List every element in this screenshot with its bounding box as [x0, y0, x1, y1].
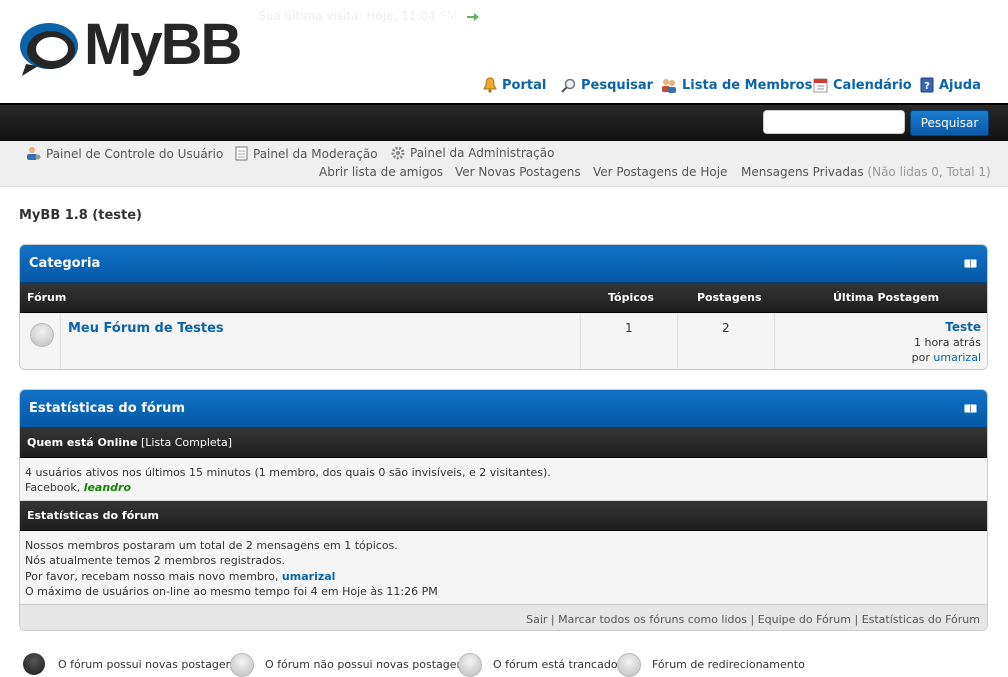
footer-logout-link[interactable]: Sair [526, 613, 547, 626]
nav-member-list-label: Lista de Membros [682, 77, 813, 93]
category-header: Categoria [20, 245, 987, 283]
nav-member-list[interactable]: Lista de Membros [661, 75, 812, 95]
stats-subheader: Estatísticas do fórum [27, 509, 159, 522]
help-book-icon: ? [920, 77, 934, 93]
online-bots: Facebook, [25, 481, 81, 494]
online-info: 4 usuários ativos nos últimos 15 minutos… [20, 458, 987, 501]
document-icon [235, 146, 248, 161]
nav-portal-label: Portal [502, 77, 547, 93]
users-icon [662, 78, 676, 93]
last-visit: Sua última visita: Hoje, 11:04 PM [258, 9, 458, 23]
search-button[interactable]: Pesquisar [910, 110, 989, 136]
stats-title[interactable]: Estatísticas do fórum [29, 401, 185, 416]
forum-team-link[interactable]: Equipe do Fórum [758, 613, 851, 626]
welcome-message: Bem-vindo novamente, leandro. Sua última… [19, 9, 457, 24]
legend-locked-label: O fórum está trancado [493, 658, 618, 671]
online-summary: 4 usuários ativos nos últimos 15 minutos… [25, 466, 551, 479]
forum-name-link[interactable]: Meu Fórum de Testes [68, 321, 224, 336]
online-header-label[interactable]: Quem está Online [27, 436, 137, 449]
forum-posts-count: 2 [722, 321, 730, 335]
nav-calendar-label: Calendário [833, 77, 912, 93]
mark-read-link[interactable]: Marcar todos os fóruns como lidos [558, 613, 747, 626]
nav-search-label: Pesquisar [581, 77, 654, 93]
forum-new-icon [23, 653, 45, 675]
bell-icon [483, 77, 497, 93]
stats-line-max-online: O máximo de usuários on-line ao mesmo te… [25, 585, 438, 598]
footer-links: Sair | Marcar todos os fóruns como lidos… [526, 613, 980, 626]
logout-link[interactable]: Sair [434, 9, 480, 24]
nav-calendar[interactable]: Calendário [813, 75, 912, 95]
nav-search[interactable]: Pesquisar [561, 75, 653, 95]
online-user-link[interactable]: leandro [84, 481, 131, 494]
new-posts-link[interactable]: Ver Novas Postagens [455, 165, 581, 179]
forum-no-new-icon [30, 323, 54, 347]
online-full-list-link[interactable]: [Lista Completa] [141, 436, 232, 449]
category-title[interactable]: Categoria [29, 256, 100, 271]
arrow-right-icon [467, 12, 480, 21]
user-cp-label: Painel de Controle do Usuário [46, 146, 224, 161]
nav-help-label: Ajuda [939, 77, 981, 93]
last-post-time: 1 hora atrás [913, 336, 981, 349]
online-header-bar: Quem está Online [Lista Completa] [20, 428, 987, 458]
col-topics: Tópicos [608, 291, 654, 304]
calendar-icon [813, 78, 828, 93]
welcome-greeting: Bem-vindo novamente, leandro. [19, 9, 255, 24]
moderation-cp-label: Painel da Moderação [253, 146, 378, 161]
user-panel: Painel de Controle do Usuário Painel da … [0, 141, 1008, 187]
buddy-list-link[interactable]: Abrir lista de amigos [319, 165, 443, 179]
forum-stats-link[interactable]: Estatísticas do Fórum [862, 613, 980, 626]
category-columns: Fórum Tópicos Postagens Última Postagem [20, 283, 987, 313]
forum-topics-count: 1 [625, 321, 633, 335]
stats-line-total: Nossos membros postaram um total de 2 me… [25, 539, 398, 552]
col-posts: Postagens [697, 291, 762, 304]
gear-icon [391, 146, 405, 160]
magnifier-icon [561, 78, 576, 93]
online-header: Quem está Online [Lista Completa] [27, 436, 232, 449]
last-post-author-link[interactable]: umarizal [933, 351, 981, 364]
todays-posts-link[interactable]: Ver Postagens de Hoje [593, 165, 727, 179]
nav-help[interactable]: ? Ajuda [920, 75, 981, 95]
admin-cp-link[interactable]: Painel da Administração [391, 146, 554, 160]
top-navigation: Portal Pesquisar Lista de Membros Calend… [0, 75, 1008, 97]
last-post-by: por umarizal [912, 351, 981, 364]
legend-new-label: O fórum possui novas postagens [58, 658, 239, 671]
forum-no-new-icon [230, 653, 254, 677]
newest-prefix: Por favor, recebam nosso mais novo membr… [25, 570, 279, 583]
private-messages-link[interactable]: Mensagens Privadas [741, 165, 864, 179]
forum-redirect-icon [617, 653, 641, 677]
legend-no-new-label: O fórum não possui novas postagens [265, 658, 470, 671]
site-title: MyBB 1.8 (teste) [19, 208, 142, 223]
last-post-link[interactable]: Teste [945, 320, 981, 334]
stats-line-members: Nós atualmente temos 2 membros registrad… [25, 554, 286, 567]
private-messages: Mensagens Privadas (Não lidas 0, Total 1… [741, 165, 991, 179]
last-post-by-prefix: por [911, 351, 930, 364]
stats-info: Nossos membros postaram um total de 2 me… [20, 531, 987, 605]
forum-locked-icon [458, 653, 482, 677]
stats-header: Estatísticas do fórum [20, 390, 987, 428]
nav-portal[interactable]: Portal [483, 75, 546, 95]
pm-counts: (Não lidas 0, Total 1) [867, 165, 991, 179]
stats-subheader-bar: Estatísticas do fórum [20, 501, 987, 531]
collapse-icon[interactable] [964, 404, 977, 413]
category-table: Categoria Fórum Tópicos Postagens Última… [19, 244, 988, 370]
svg-text:?: ? [924, 81, 930, 92]
forum-row: Meu Fórum de Testes 1 2 Teste 1 hora atr… [20, 313, 987, 369]
newest-member-link[interactable]: umarizal [282, 570, 336, 583]
user-cp-icon [27, 147, 41, 160]
stats-table: Estatísticas do fórum Quem está Online [… [19, 389, 988, 631]
online-users: Facebook, leandro [25, 481, 131, 494]
col-last-post: Última Postagem [833, 291, 940, 304]
user-cp-link[interactable]: Painel de Controle do Usuário [26, 146, 223, 161]
speech-bubble-logo-icon [20, 23, 78, 76]
moderation-cp-link[interactable]: Painel da Moderação [235, 146, 378, 161]
admin-cp-label: Painel da Administração [410, 146, 555, 160]
forum-legend: O fórum possui novas postagens O fórum n… [0, 653, 1008, 677]
stats-line-newest: Por favor, recebam nosso mais novo membr… [25, 570, 335, 583]
logout-label: Sair [434, 9, 464, 24]
legend-redirect-label: Fórum de redirecionamento [652, 658, 805, 671]
collapse-icon[interactable] [964, 259, 977, 268]
stats-footer: Sair | Marcar todos os fóruns como lidos… [20, 605, 987, 630]
col-forum: Fórum [27, 291, 67, 304]
search-input[interactable] [763, 110, 905, 134]
